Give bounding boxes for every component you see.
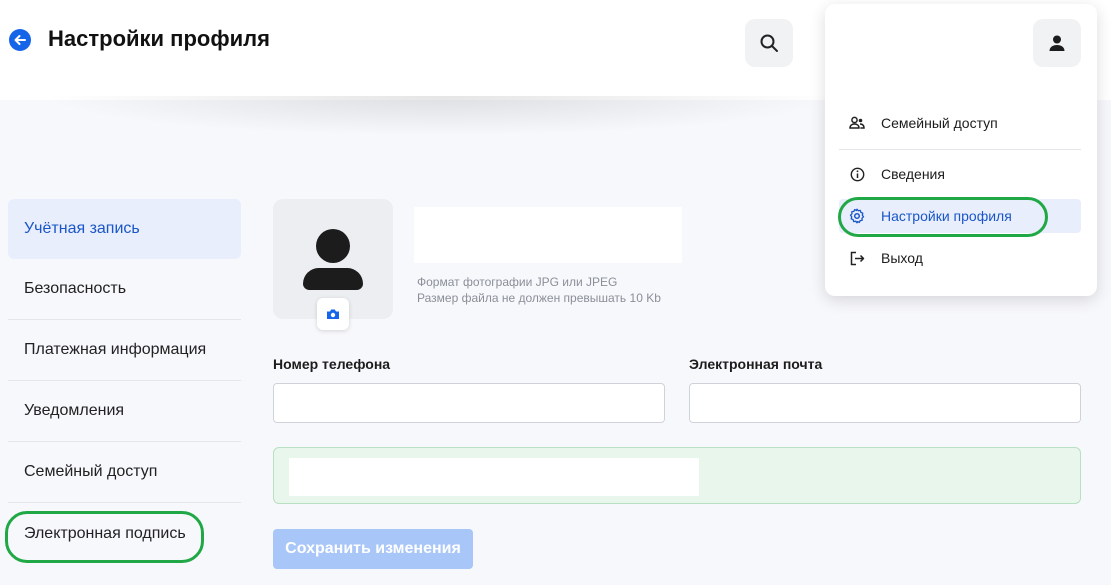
sidebar-item-label: Уведомления [24,402,125,419]
sidebar-item-e-signature[interactable]: Электронная подпись [8,503,241,564]
menu-item-info[interactable]: Сведения [839,157,1081,191]
sidebar-item-security[interactable]: Безопасность [8,259,241,320]
settings-sidebar: Учётная запись Безопасность Платежная ин… [8,199,241,564]
family-icon [849,115,865,131]
header-shadow [40,96,840,136]
info-icon [849,166,865,182]
sidebar-item-account[interactable]: Учётная запись [8,199,241,259]
sidebar-item-label: Платежная информация [24,341,207,358]
menu-item-label: Настройки профиля [881,208,1012,224]
menu-item-label: Выход [881,250,923,266]
gear-icon [849,208,865,224]
sidebar-item-payment[interactable]: Платежная информация [8,320,241,381]
sidebar-item-family-access[interactable]: Семейный доступ [8,442,241,503]
photo-format-hint: Формат фотографии JPG или JPEG [417,275,618,289]
page-title: Настройки профиля [48,26,270,51]
profile-menu-button[interactable] [1033,19,1081,67]
avatar-body [303,268,363,290]
menu-item-label: Семейный доступ [881,115,998,131]
back-button[interactable] [9,29,31,51]
avatar-head [316,229,350,263]
sidebar-item-notifications[interactable]: Уведомления [8,381,241,442]
upload-photo-button[interactable] [317,298,349,330]
status-notice [273,447,1081,504]
notice-content [289,458,699,496]
camera-icon [327,309,339,319]
menu-item-profile-settings[interactable]: Настройки профиля [839,199,1081,233]
profile-dropdown: Семейный доступ Сведения Настройки профи… [825,4,1097,296]
profile-name-field [414,207,682,263]
sidebar-item-label: Безопасность [24,280,127,297]
menu-item-logout[interactable]: Выход [839,241,1081,275]
menu-item-family-access[interactable]: Семейный доступ [839,106,1081,140]
sidebar-item-label: Электронная подпись [24,524,186,542]
photo-size-hint: Размер файла не должен превышать 10 Kb [417,291,661,305]
sidebar-item-label: Учётная запись [24,220,140,237]
sidebar-item-label: Семейный доступ [24,463,158,480]
email-label: Электронная почта [689,356,823,372]
logout-icon [849,250,865,266]
photo-requirements: Формат фотографии JPG или JPEG Размер фа… [417,274,661,306]
arrow-left-icon [14,35,26,45]
email-input[interactable] [689,383,1081,423]
search-icon [760,34,778,52]
user-icon [1049,35,1065,51]
phone-input[interactable] [273,383,665,423]
menu-divider [839,149,1081,150]
save-changes-button[interactable]: Сохранить изменения [273,529,473,569]
search-button[interactable] [745,19,793,67]
menu-item-label: Сведения [881,166,945,182]
phone-label: Номер телефона [273,356,391,372]
